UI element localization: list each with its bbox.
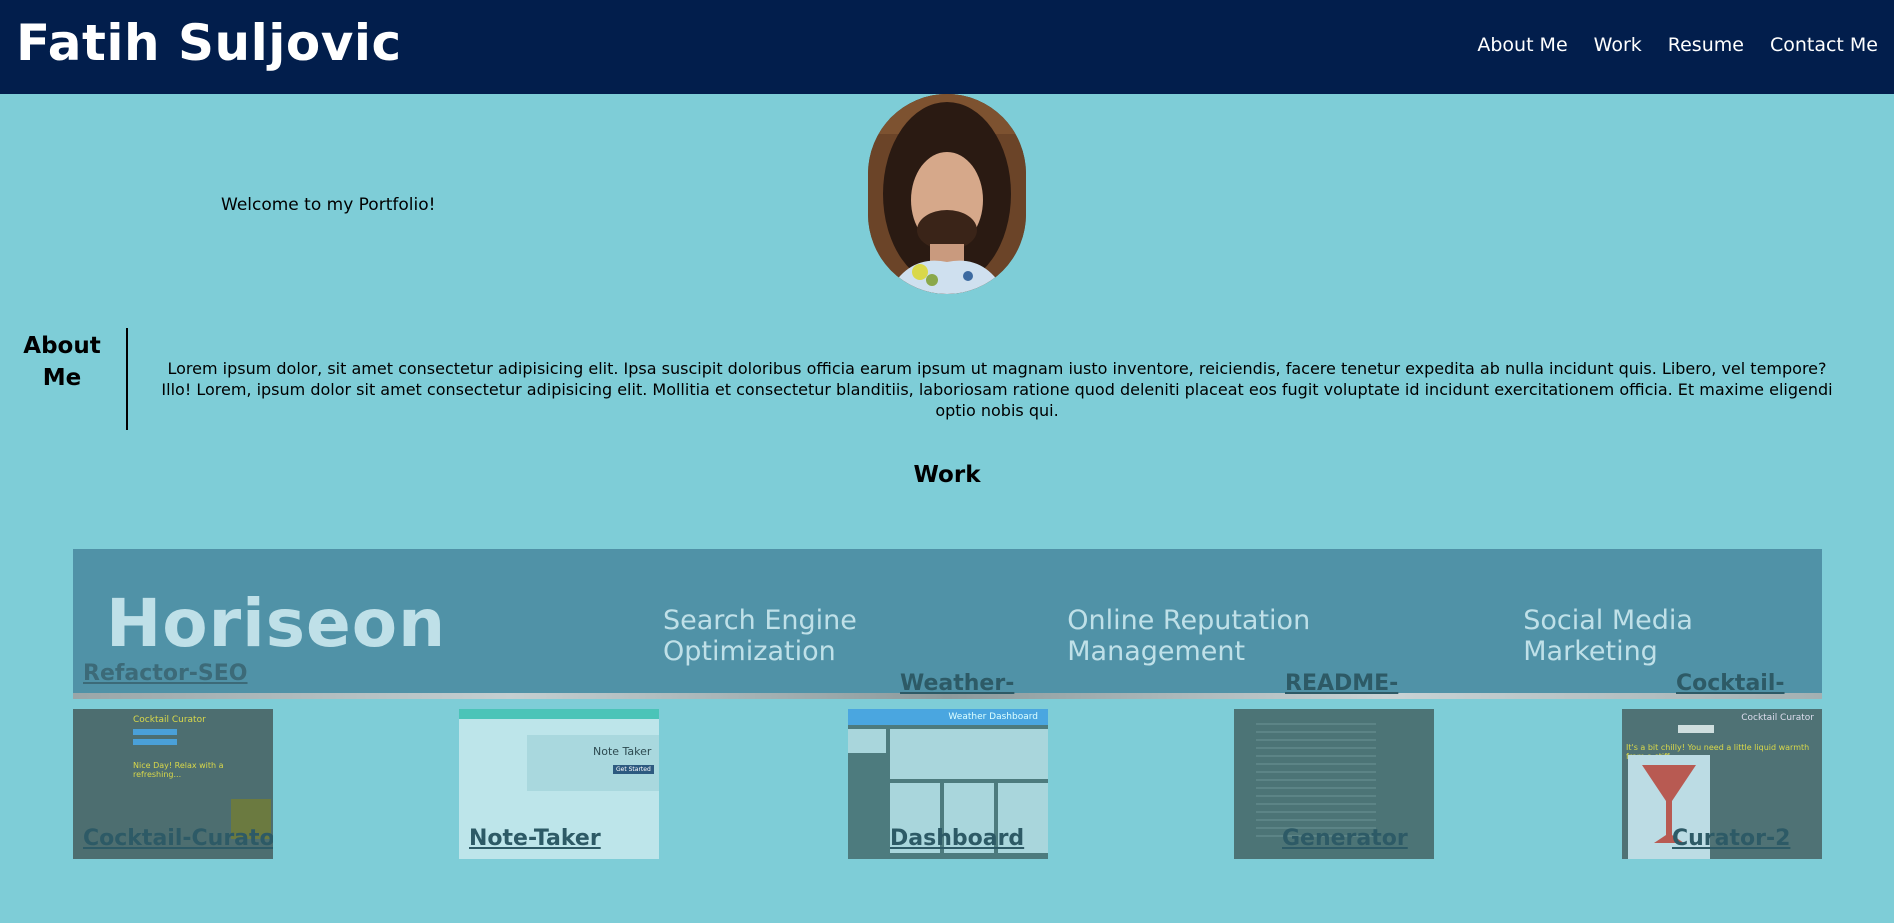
work-heading: Work [913,462,981,488]
project-card-note-taker[interactable]: Note Taker Get Started Note-Taker [459,709,659,859]
screenshot-button: Get Started [613,765,654,774]
project-card-weather-dashboard[interactable]: Weather Dashboard Dashboard [848,709,1048,859]
project-link-dashboard[interactable]: Dashboard [890,826,1024,851]
about-heading-line1: About [23,333,101,359]
screenshot-input [133,729,177,735]
nav-resume[interactable]: Resume [1668,34,1744,56]
screenshot-current-weather [890,729,1048,779]
site-header: Fatih Suljovic About Me Work Resume Cont… [0,0,1894,94]
project-link-note-taker[interactable]: Note-Taker [469,826,601,851]
screenshot-nav: Search Engine Optimization Online Reputa… [663,605,1822,667]
project-card-cocktail-curator[interactable]: Cocktail Curator Nice Day! Relax with a … [73,709,273,859]
screenshot-jumbotron: Note Taker Get Started [527,735,659,791]
nav-work[interactable]: Work [1594,34,1642,56]
project-card-readme-generator[interactable]: Generator [1234,709,1434,859]
project-link-curator-2[interactable]: Curator-2 [1672,826,1790,851]
screenshot-sidebar [848,729,886,753]
screenshot-navbar: Weather Dashboard [848,709,1048,725]
welcome-text: Welcome to my Portfolio! [221,195,436,215]
screenshot-input [133,739,177,745]
project-card-cocktail-curator-2[interactable]: Cocktail Curator It's a bit chilly! You … [1622,709,1822,859]
screenshot-nav-item: Search Engine Optimization [663,605,857,667]
about-heading-line2: Me [42,365,82,391]
screenshot-title: Note Taker [593,745,652,758]
screenshot-nav-item: Social Media Marketing [1523,605,1693,667]
project-label-readme[interactable]: README- [1285,671,1398,696]
nav-about-me[interactable]: About Me [1477,34,1567,56]
about-divider [126,328,128,430]
screenshot-search-input [1678,725,1714,733]
screenshot-tagline: Nice Day! Relax with a refreshing... [133,761,224,779]
main-nav: About Me Work Resume Contact Me [1477,34,1878,56]
nav-contact-me[interactable]: Contact Me [1770,34,1878,56]
project-link-refactor-seo[interactable]: Refactor-SEO [83,661,248,686]
profile-photo [868,94,1026,294]
about-text: Lorem ipsum dolor, sit amet consectetur … [161,359,1833,420]
project-link-generator[interactable]: Generator [1282,826,1408,851]
screenshot-logo: Horiseon [106,585,447,662]
screenshot-navbar [459,709,659,719]
project-label-weather[interactable]: Weather- [900,671,1014,696]
screenshot-title: Weather Dashboard [948,712,1038,722]
about-heading: About Me [22,330,102,394]
site-title: Fatih Suljovic [16,14,402,72]
project-link-cocktail-curator[interactable]: Cocktail-Curator [83,826,273,851]
screenshot-title: Cocktail Curator [1741,713,1814,723]
profile-avatar [868,94,1026,294]
screenshot-title: Cocktail Curator [133,715,206,725]
project-label-cocktail[interactable]: Cocktail- [1676,671,1785,696]
screenshot-code-lines [1256,723,1376,843]
screenshot-nav-item: Online Reputation Management [1067,605,1311,667]
